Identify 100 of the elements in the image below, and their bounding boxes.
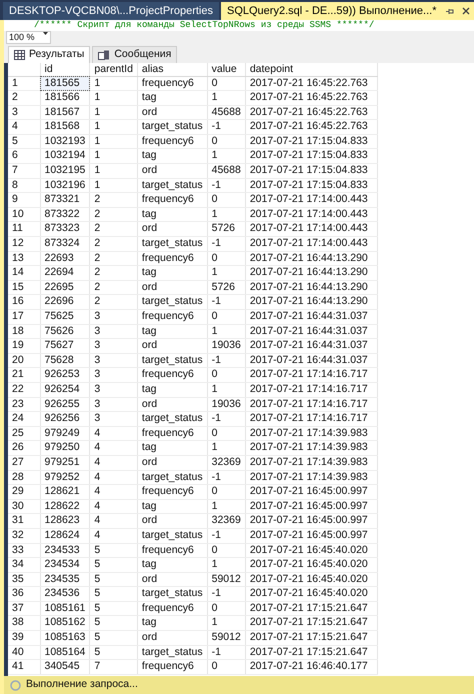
table-cell: 0 [207,134,246,149]
results-tab[interactable]: Результаты [8,46,90,63]
table-cell: 873321 [40,192,90,208]
pin-icon[interactable] [444,6,454,16]
table-cell: 1 [207,148,246,164]
table-cell: 2017-07-21 17:15:21.647 [245,616,378,631]
table-cell: 1085164 [40,645,90,660]
table-cell: tag [137,616,208,631]
table-cell: 59012 [207,572,246,587]
table-cell: 2017-07-21 17:15:21.647 [245,630,378,646]
table-cell: 1 [90,120,138,134]
column-header[interactable]: parentId [90,63,138,76]
table-cell: 32369 [207,455,246,470]
table-cell: 979250 [40,440,90,456]
table-cell: 4 [90,470,138,485]
table-cell: 2017-07-21 17:15:21.647 [245,645,378,660]
table-cell: 2017-07-21 17:14:39.983 [245,440,378,456]
table-cell: frequency6 [137,76,208,91]
table-cell: 2017-07-21 16:44:13.290 [245,280,378,295]
table-cell: frequency6 [137,601,208,616]
table-cell: tag [137,499,208,514]
table-cell: 2017-07-21 16:44:31.037 [245,353,378,368]
column-header[interactable]: id [40,63,90,76]
close-icon[interactable] [462,7,470,15]
table-cell: ord [137,338,208,354]
table-cell: 181567 [40,105,90,120]
table-cell: 22695 [40,280,90,295]
table-cell: 1032195 [40,164,90,178]
row-number: 36 [8,586,40,602]
row-number: 14 [8,266,40,280]
row-number: 33 [8,543,40,558]
column-header[interactable]: alias [137,63,208,76]
table-cell: 2 [90,251,138,266]
results-tab[interactable]: Сообщения [92,46,178,63]
table-cell: 0 [207,660,246,674]
table-cell: 2017-07-21 16:44:31.037 [245,324,378,339]
table-cell: target_status [137,236,208,252]
table-cell: 22694 [40,266,90,280]
table-cell: 0 [207,310,246,324]
table-cell: 3 [90,324,138,339]
table-cell: ord [137,105,208,120]
table-cell: 2017-07-21 17:15:21.647 [245,601,378,616]
row-number: 26 [8,440,40,456]
table-cell: 2 [90,207,138,222]
table-cell: 128621 [40,484,90,500]
table-cell: 128624 [40,528,90,543]
table-cell: target_status [137,412,208,426]
table-cell: 2017-07-21 16:45:22.763 [245,120,378,134]
table-cell: 5 [90,645,138,660]
table-cell: 2017-07-21 17:14:00.443 [245,222,378,237]
table-cell: 2017-07-21 16:45:40.020 [245,543,378,558]
table-cell: -1 [207,645,246,660]
table-cell: 1 [90,164,138,178]
table-cell: ord [137,630,208,646]
row-number: 41 [8,660,40,674]
row-number: 12 [8,236,40,252]
table-cell: 2017-07-21 16:44:31.037 [245,338,378,354]
table-cell: 0 [207,251,246,266]
table-cell: target_status [137,645,208,660]
table-cell: 2017-07-21 16:45:00.997 [245,528,378,543]
column-header[interactable]: value [207,63,246,76]
table-cell: 181566 [40,90,90,106]
table-cell: 2017-07-21 17:14:16.717 [245,397,378,412]
table-cell: 2 [90,266,138,280]
table-cell: 32369 [207,514,246,528]
table-cell: 2017-07-21 16:45:22.763 [245,90,378,106]
row-number: 24 [8,412,40,426]
column-header[interactable]: datepoint [245,63,378,76]
table-cell: 22693 [40,251,90,266]
table-cell: 0 [207,601,246,616]
table-cell: ord [137,222,208,237]
table-cell: frequency6 [137,251,208,266]
row-number: 32 [8,528,40,543]
table-cell: 1 [90,76,138,91]
code-line: /****** Скрипт для команды SelectTopNRows из среды SSMS ******/ [33,20,376,31]
table-cell: ord [137,572,208,587]
table-cell: 75626 [40,324,90,339]
table-cell: 873323 [40,222,90,237]
table-cell: 2017-07-21 17:15:04.833 [245,164,378,178]
table-cell: 1032193 [40,134,90,149]
document-tab[interactable]: DESKTOP-VQCBN08\...ProjectProperties [3,2,219,20]
table-cell: 2 [90,294,138,310]
document-tab[interactable]: SQLQuery2.sql - DE...59)) Выполнение...* [220,2,474,20]
table-cell: 2 [90,236,138,252]
spinner-icon [10,680,21,690]
table-cell: 1085163 [40,630,90,646]
row-number: 9 [8,192,40,208]
status-text: Выполнение запроса... [26,677,138,692]
table-cell: -1 [207,236,246,252]
table-cell: 2 [90,280,138,295]
table-cell: 234535 [40,572,90,587]
table-cell: 45688 [207,164,246,178]
table-cell: 1 [207,382,246,398]
row-number: 13 [8,251,40,266]
zoom-dropdown[interactable]: 100 % [6,30,51,44]
table-cell: 234533 [40,543,90,558]
table-cell: 0 [207,543,246,558]
table-cell: 2017-07-21 17:14:39.983 [245,470,378,485]
table-cell: 3 [90,338,138,354]
table-cell: 5 [90,543,138,558]
